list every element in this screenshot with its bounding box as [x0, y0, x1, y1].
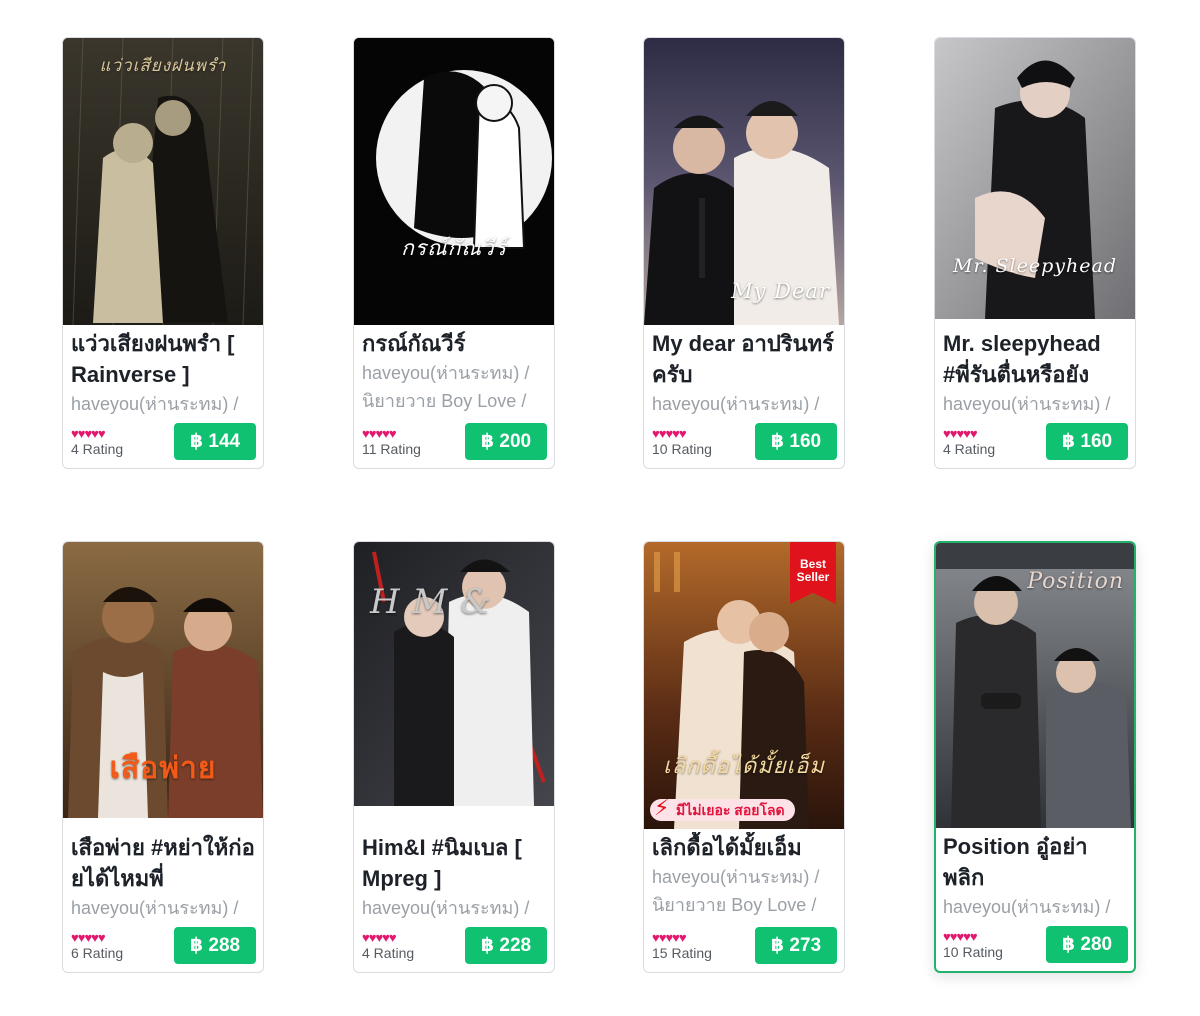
- product-card-selected[interactable]: Position Position อู๋อย่าพลิก haveyou(ห่…: [934, 541, 1136, 973]
- book-title[interactable]: เสือพ่าย #หย่าให้ก่อยได้ไหมพี่: [71, 832, 257, 894]
- cover-title-text: เลิกดื้อได้มั้ยเอ็ม: [663, 754, 825, 779]
- author-link[interactable]: haveyou(ห่านระทม) /: [71, 393, 257, 415]
- cover-title-text: H M &: [370, 582, 492, 622]
- price-button[interactable]: ฿ 228: [465, 927, 547, 964]
- rating-count: 4 Rating: [71, 441, 124, 457]
- author-link[interactable]: haveyou(ห่านระทม) /: [71, 897, 257, 919]
- cover-title-text: Position: [1027, 569, 1124, 594]
- promo-text: มีไม่เยอะ สอยโลด: [676, 802, 785, 818]
- product-card[interactable]: H M & Him&I #นิมเบล [ Mpreg ] haveyou(ห่…: [353, 541, 555, 973]
- rating-hearts-icon: ♥♥♥♥♥: [362, 930, 397, 945]
- rating-count: 4 Rating: [943, 441, 996, 457]
- cover-title-text: Mr. Sleepyhead: [953, 255, 1117, 277]
- category-link[interactable]: นิยายวาย Boy Love /: [652, 894, 838, 916]
- author-link[interactable]: haveyou(ห่านระทม) /: [362, 362, 548, 384]
- product-card[interactable]: เลิกดื้อได้มั้ยเอ็ม Best Seller ⚡ มีไม่เ…: [643, 541, 845, 973]
- book-cover-image[interactable]: แว่วเสียงฝนพรำ: [63, 38, 263, 325]
- product-card[interactable]: กรณ์กัณวีร์ กรณ์กัณวีร์ haveyou(ห่านระทม…: [353, 37, 555, 469]
- rating-count: 6 Rating: [71, 945, 124, 961]
- price-button[interactable]: ฿ 273: [755, 927, 837, 964]
- rating-hearts-icon: ♥♥♥♥♥: [652, 426, 687, 441]
- product-card[interactable]: Mr. Sleepyhead Mr. sleepyhead #พี่รันตื่…: [934, 37, 1136, 469]
- author-link[interactable]: haveyou(ห่านระทม) /: [652, 393, 838, 415]
- rating-hearts-icon: ♥♥♥♥♥: [71, 426, 106, 441]
- cover-title-text: แว่วเสียงฝนพรำ: [99, 56, 227, 76]
- rating-count: 15 Rating: [652, 945, 712, 961]
- book-cover-image[interactable]: Mr. Sleepyhead: [935, 38, 1135, 319]
- author-link[interactable]: haveyou(ห่านระทม) /: [943, 896, 1128, 918]
- price-button[interactable]: ฿ 288: [174, 927, 256, 964]
- book-title[interactable]: เลิกดื้อได้มั้ยเอ็ม: [652, 832, 838, 863]
- book-title[interactable]: แว่วเสียงฝนพรำ [ Rainverse ]: [71, 328, 257, 390]
- product-card[interactable]: เสือพ่าย เสือพ่าย #หย่าให้ก่อยได้ไหมพี่ …: [62, 541, 264, 973]
- rating-hearts-icon: ♥♥♥♥♥: [362, 426, 397, 441]
- rating-hearts-icon: ♥♥♥♥♥: [943, 929, 978, 944]
- price-button[interactable]: ฿ 144: [174, 423, 256, 460]
- price-button[interactable]: ฿ 160: [1046, 423, 1128, 460]
- book-title[interactable]: Him&I #นิมเบล [ Mpreg ]: [362, 832, 548, 894]
- book-cover-image[interactable]: H M &: [354, 542, 554, 806]
- author-link[interactable]: haveyou(ห่านระทม) /: [943, 393, 1129, 415]
- product-card[interactable]: แว่วเสียงฝนพรำ แว่วเสียงฝนพรำ [ Rainvers…: [62, 37, 264, 469]
- rating-count: 11 Rating: [362, 441, 421, 457]
- category-link[interactable]: นิยายวาย Boy Love /: [362, 390, 548, 412]
- cover-title-text: My Dear: [731, 279, 830, 303]
- cover-title-text: เสือพ่าย: [109, 751, 217, 786]
- rating-hearts-icon: ♥♥♥♥♥: [652, 930, 687, 945]
- rating-count: 4 Rating: [362, 945, 415, 961]
- rating-hearts-icon: ♥♥♥♥♥: [71, 930, 106, 945]
- book-cover-image[interactable]: เสือพ่าย: [63, 542, 263, 818]
- author-link[interactable]: haveyou(ห่านระทม) /: [362, 897, 548, 919]
- price-button[interactable]: ฿ 160: [755, 423, 837, 460]
- book-title[interactable]: Position อู๋อย่าพลิก: [943, 831, 1128, 893]
- rating-hearts-icon: ♥♥♥♥♥: [943, 426, 978, 441]
- promo-label: ⚡ มีไม่เยอะ สอยโลด: [650, 795, 795, 821]
- author-link[interactable]: haveyou(ห่านระทม) /: [652, 866, 838, 888]
- cover-title-text: กรณ์กัณวีร์: [401, 236, 507, 260]
- product-card[interactable]: My Dear My dear อาปรินทร์ครับ haveyou(ห่…: [643, 37, 845, 469]
- book-cover-image[interactable]: My Dear: [644, 38, 844, 325]
- book-cover-image[interactable]: กรณ์กัณวีร์: [354, 38, 554, 325]
- book-cover-image[interactable]: Position: [936, 543, 1134, 828]
- price-button[interactable]: ฿ 200: [465, 423, 547, 460]
- book-title[interactable]: My dear อาปรินทร์ครับ: [652, 328, 838, 390]
- rating-count: 10 Rating: [652, 441, 712, 457]
- book-title[interactable]: Mr. sleepyhead #พี่รันตื่นหรือยัง: [943, 328, 1129, 390]
- lightning-icon: ⚡: [654, 795, 670, 820]
- book-cover-image[interactable]: เลิกดื้อได้มั้ยเอ็ม Best Seller ⚡ มีไม่เ…: [644, 542, 844, 829]
- rating-count: 10 Rating: [943, 944, 1003, 960]
- price-button[interactable]: ฿ 280: [1046, 926, 1128, 963]
